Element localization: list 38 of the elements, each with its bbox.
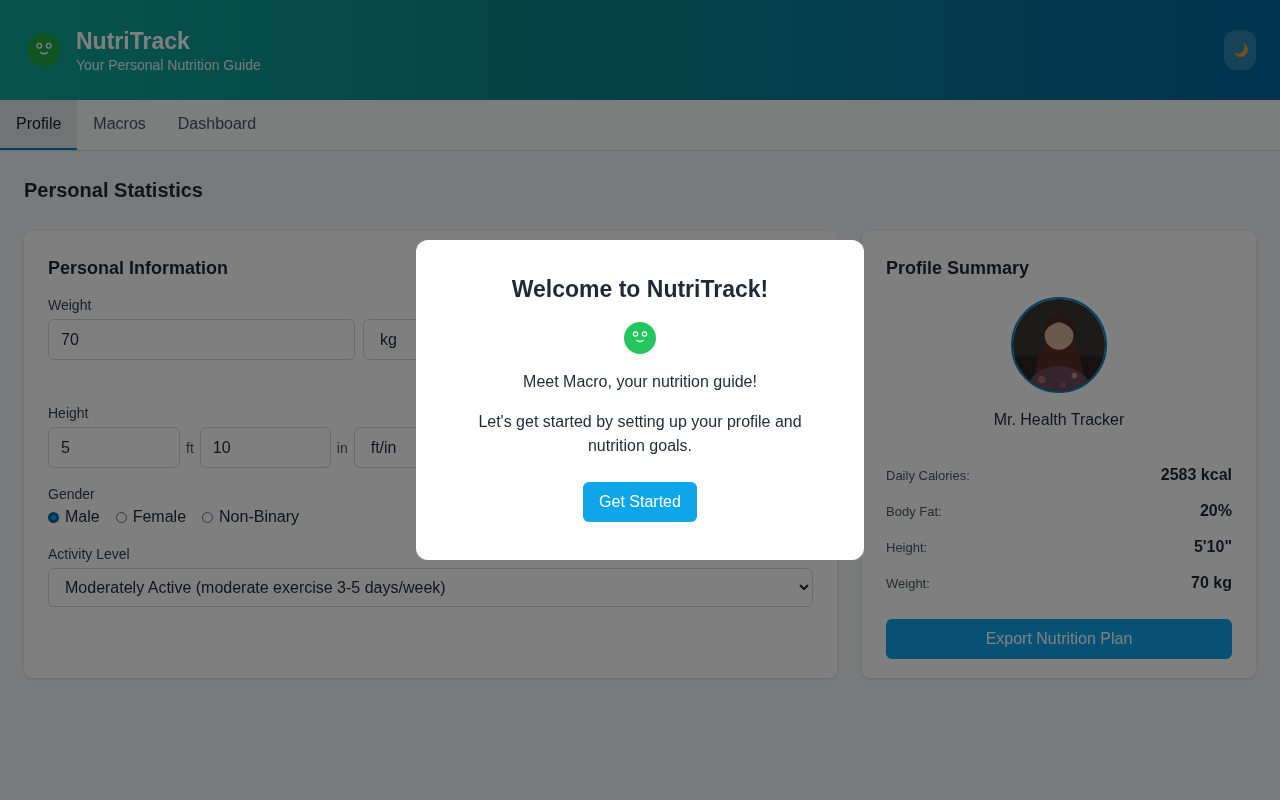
feet-field[interactable]: 5	[48, 427, 180, 468]
field-label: Activity Level	[48, 546, 130, 562]
smiley-icon	[624, 322, 656, 354]
app-subtitle: Your Personal Nutrition Guide	[76, 57, 261, 73]
radio-label: Male	[65, 508, 100, 526]
radio-button[interactable]	[48, 511, 59, 523]
stat-value: 70 kg	[1191, 574, 1232, 592]
dialog-title: Welcome to NutriTrack!	[511, 275, 769, 304]
dialog-text: Meet Macro, your nutrition guide!	[523, 372, 757, 392]
card-title: Personal Information	[48, 257, 230, 280]
app-title: NutriTrack	[76, 27, 191, 55]
stat-label: Weight:	[886, 575, 930, 591]
stat-label: Daily Calories:	[886, 467, 970, 483]
stat-label: Body Fat:	[886, 503, 942, 519]
page-title: Personal Statistics	[24, 178, 204, 203]
profile-name: Mr. Health Tracker	[993, 411, 1125, 429]
activity-select[interactable]: Moderately Active (moderate exercise 3-5 days/week)	[48, 568, 813, 607]
field-label: Height	[48, 405, 89, 421]
radio-label: Female	[132, 508, 187, 526]
field-label: Weight	[48, 297, 92, 313]
dialog-text: Let's get started by setting up your profile and nutrition goals.	[477, 412, 803, 456]
stat-value: 5'10"	[1193, 538, 1232, 556]
inches-field[interactable]: 10	[199, 427, 331, 468]
get-started-button[interactable]: Get Started	[583, 482, 697, 522]
field-label: Gender	[48, 486, 95, 502]
weight-field[interactable]: 70	[48, 319, 355, 360]
stat-value: 2583 kcal	[1160, 466, 1232, 484]
tab[interactable]: Profile	[0, 100, 78, 150]
card-title: Profile Summary	[886, 257, 1031, 280]
stat-value: 20%	[1199, 502, 1232, 520]
unit-label: in	[336, 439, 348, 456]
unit-label: ft	[186, 439, 194, 456]
radio-label: Non-Binary	[219, 508, 300, 526]
logo-icon	[27, 33, 61, 67]
tab[interactable]: Dashboard	[161, 100, 273, 150]
moon-icon	[1231, 41, 1249, 59]
stat-label: Height:	[886, 539, 928, 555]
tab[interactable]: Macros	[77, 100, 162, 150]
